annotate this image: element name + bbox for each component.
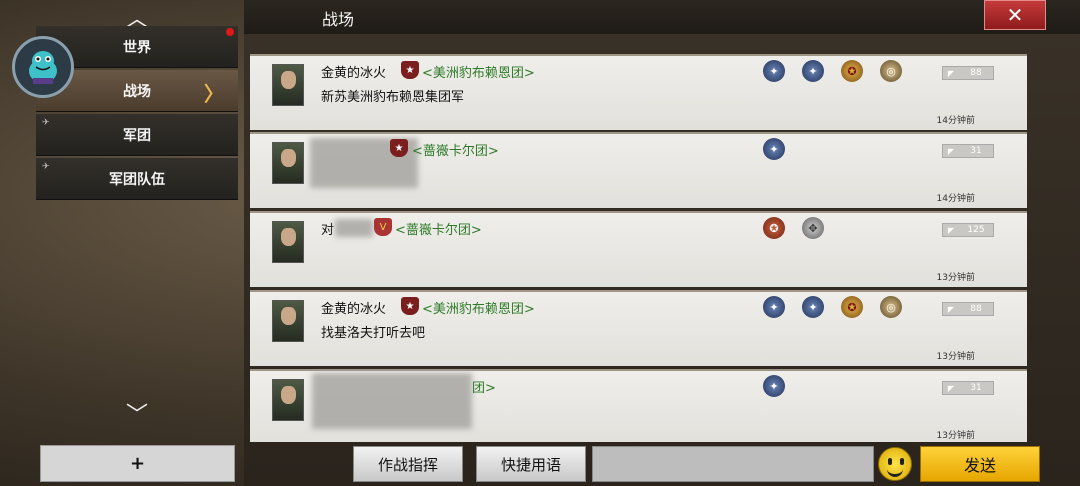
like-counter[interactable]: ◤ 125 — [942, 223, 994, 237]
redacted-area — [335, 219, 373, 237]
medal-icon: ✥ — [802, 217, 824, 239]
medal-icon: ✦ — [763, 375, 785, 397]
add-button[interactable]: + — [40, 445, 235, 482]
timestamp: 13分钟前 — [936, 431, 975, 441]
legion-name[interactable]: <蔷嶶卡尔团> — [412, 140, 499, 159]
medal-icon: ✪ — [841, 296, 863, 318]
legion-emblem-icon: V — [374, 218, 392, 236]
soldier-portrait[interactable] — [272, 221, 304, 263]
medal-icon: ✪ — [763, 217, 785, 239]
list-item: 金黄的冰火 ★ <美洲豹布赖恩团> 新苏美洲豹布赖恩集团军 ✦ ✦ ✪ ◎ ◤ … — [250, 54, 1027, 130]
medal-icon: ✦ — [763, 296, 785, 318]
legion-name[interactable]: <美洲豹布赖恩团> — [422, 298, 535, 317]
timestamp: 14分钟前 — [936, 194, 975, 204]
medal-icon: ✪ — [841, 60, 863, 82]
timestamp: 14分钟前 — [936, 116, 975, 126]
soldier-portrait[interactable] — [272, 142, 304, 184]
player-name[interactable]: 金黄的冰火 — [321, 62, 386, 81]
like-icon: ◤ — [947, 146, 955, 156]
like-counter[interactable]: ◤ 88 — [942, 302, 994, 316]
title-bar: 战场 ✕ — [244, 0, 1080, 34]
page-title: 战场 — [322, 10, 355, 29]
legion-name[interactable]: <美洲豹布赖恩团> — [422, 62, 535, 81]
notification-dot — [226, 28, 234, 36]
legion-emblem-icon: ★ — [390, 139, 408, 157]
like-icon: ◤ — [947, 225, 955, 235]
like-icon: ◤ — [947, 304, 955, 314]
message-text: 新苏美洲豹布赖恩集团军 — [321, 90, 465, 105]
list-item: ★ <蔷嶶卡尔团> ✦ ◤ 31 14分钟前 — [250, 132, 1027, 208]
like-counter[interactable]: ◤ 88 — [942, 66, 994, 80]
emoji-icon[interactable] — [878, 447, 912, 481]
sidebar-item-legion-team[interactable]: ✈ 军团队伍 — [36, 158, 238, 200]
legion-emblem-icon: ★ — [401, 61, 419, 79]
pin-icon: ✈ — [42, 162, 50, 172]
redacted-area — [312, 373, 472, 429]
send-button[interactable]: 发送 — [920, 446, 1040, 482]
sidebar-item-label: 军团队伍 — [109, 171, 165, 188]
soldier-portrait[interactable] — [272, 300, 304, 342]
dinosaur-icon — [29, 51, 57, 84]
close-button[interactable]: ✕ — [984, 0, 1046, 30]
like-icon: ◤ — [947, 68, 955, 78]
like-counter[interactable]: ◤ 31 — [942, 381, 994, 395]
player-name[interactable]: 对 — [321, 219, 334, 238]
sidebar-item-label: 战场 — [123, 83, 151, 100]
quick-phrase-button[interactable]: 快捷用语 — [476, 446, 586, 482]
pin-icon: ✈ — [42, 118, 50, 128]
medal-icon: ✦ — [802, 296, 824, 318]
avatar[interactable] — [12, 36, 74, 98]
medal-icon: ✦ — [763, 138, 785, 160]
medal-icon: ◎ — [880, 296, 902, 318]
message-text: 找基洛夫打听去吧 — [321, 326, 426, 341]
legion-name[interactable]: 团> — [472, 377, 496, 396]
sidebar-item-label: 军团 — [123, 127, 151, 144]
legion-emblem-icon: ★ — [401, 297, 419, 315]
like-icon: ◤ — [947, 383, 955, 393]
player-name[interactable]: 金黄的冰火 — [321, 298, 386, 317]
medal-icon: ◎ — [880, 60, 902, 82]
battle-command-button[interactable]: 作战指挥 — [353, 446, 463, 482]
chevron-right-icon: 〉 — [204, 82, 224, 106]
medal-icon: ✦ — [763, 60, 785, 82]
list-item: 团> ✦ ◤ 31 13分钟前 — [250, 369, 1027, 442]
like-counter[interactable]: ◤ 31 — [942, 144, 994, 158]
timestamp: 13分钟前 — [936, 273, 975, 283]
soldier-portrait[interactable] — [272, 64, 304, 106]
message-list[interactable]: 金黄的冰火 ★ <美洲豹布赖恩团> 新苏美洲豹布赖恩集团军 ✦ ✦ ✪ ◎ ◤ … — [250, 42, 1027, 442]
main-panel: 战场 ✕ 金黄的冰火 ★ <美洲豹布赖恩团> 新苏美洲豹布赖恩集团军 ✦ ✦ ✪… — [244, 0, 1080, 486]
sidebar-item-legion[interactable]: ✈ 军团 — [36, 114, 238, 156]
legion-name[interactable]: <蔷嶶卡尔团> — [395, 219, 482, 238]
sidebar-item-label: 世界 — [123, 39, 151, 56]
timestamp: 13分钟前 — [936, 352, 975, 362]
medal-icon: ✦ — [802, 60, 824, 82]
list-item: 金黄的冰火 ★ <美洲豹布赖恩团> 找基洛夫打听去吧 ✦ ✦ ✪ ◎ ◤ 88 … — [250, 290, 1027, 366]
soldier-portrait[interactable] — [272, 379, 304, 421]
list-item: 对 V <蔷嶶卡尔团> ✪ ✥ ◤ 125 13分钟前 — [250, 211, 1027, 287]
scroll-down-icon[interactable]: ﹀ — [36, 398, 238, 428]
message-input[interactable] — [592, 446, 874, 482]
